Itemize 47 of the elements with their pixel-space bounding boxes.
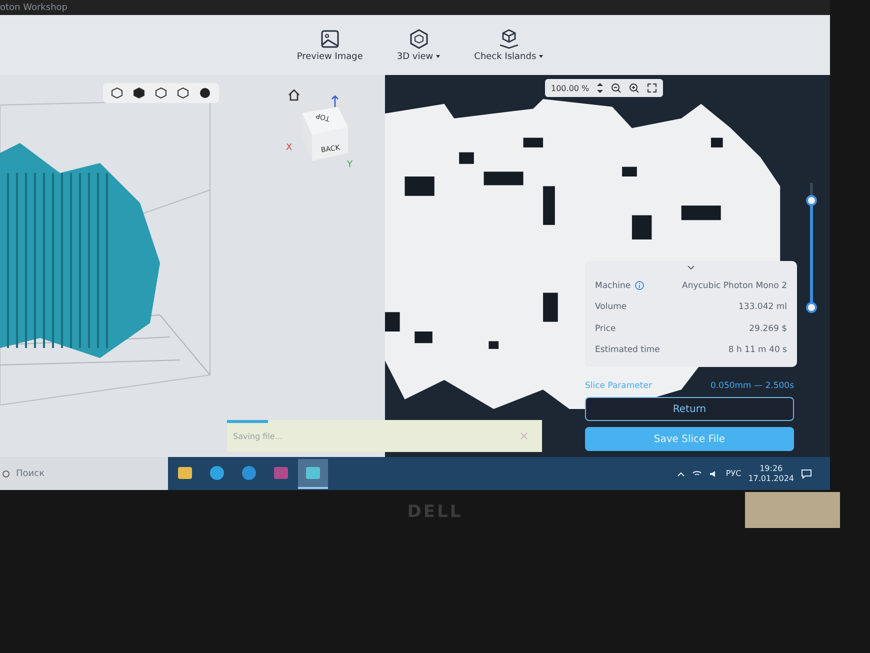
zoom-value[interactable]: 100.00 % [551,84,590,92]
cube-islands-icon [498,28,520,48]
info-value: 133.042 ml [738,302,787,312]
toolbar-button[interactable]: Preview Image [292,26,367,64]
wifi-icon[interactable] [692,470,702,478]
zoom-out-icon[interactable] [611,83,622,93]
app-icon [241,464,257,480]
y-axis-label: Y [347,160,352,170]
chevron-down-icon[interactable] [687,265,695,270]
info-value: 29.269 $ [749,324,787,334]
slider-thumb[interactable] [806,194,817,206]
info-label: Volume [595,302,627,312]
image-icon [320,28,340,48]
slice-parameter-value: 0.050mm — 2.500s [710,381,794,391]
notification-icon[interactable] [801,468,812,478]
info-label: Machine [595,280,644,291]
search-icon [2,470,10,478]
home-icon[interactable] [288,89,300,101]
window-title: oton Workshop [0,2,68,12]
caret-icon [539,54,544,58]
slice-parameter-label: Slice Parameter [585,381,652,391]
info-value: 8 h 11 m 40 s [728,345,787,356]
cube-icon[interactable] [133,87,145,99]
chevron-up-icon[interactable] [676,470,685,476]
cube-icon[interactable] [111,87,123,99]
info-label: Price [595,324,616,334]
info-value: Anycubic Photon Mono 2 [682,280,787,291]
clock[interactable]: 19:26 17.01.2024 [748,464,794,484]
info-icon[interactable] [634,281,644,290]
toolbar-button[interactable]: 3D view [392,26,444,64]
info-label: Estimated time [595,345,660,356]
taskbar-app[interactable] [298,458,328,488]
search-field[interactable]: Поиск [0,457,168,490]
toolbar-button[interactable]: Check Islands [470,26,548,64]
language-indicator[interactable]: РУС [726,469,742,478]
action-button[interactable]: Return [585,397,794,421]
caret-icon [436,54,440,58]
fit-view-icon[interactable] [647,83,658,93]
toast-message: Saving file... [233,432,282,440]
zoom-in-icon[interactable] [629,83,640,93]
cube-icon [408,28,429,48]
cube-icon[interactable] [155,87,167,99]
x-axis-label: X [286,143,292,153]
axis-arrow-icon [331,95,339,107]
stepper-icon[interactable] [597,82,604,94]
sphere-icon[interactable] [199,87,211,99]
slider-thumb[interactable] [806,302,817,312]
